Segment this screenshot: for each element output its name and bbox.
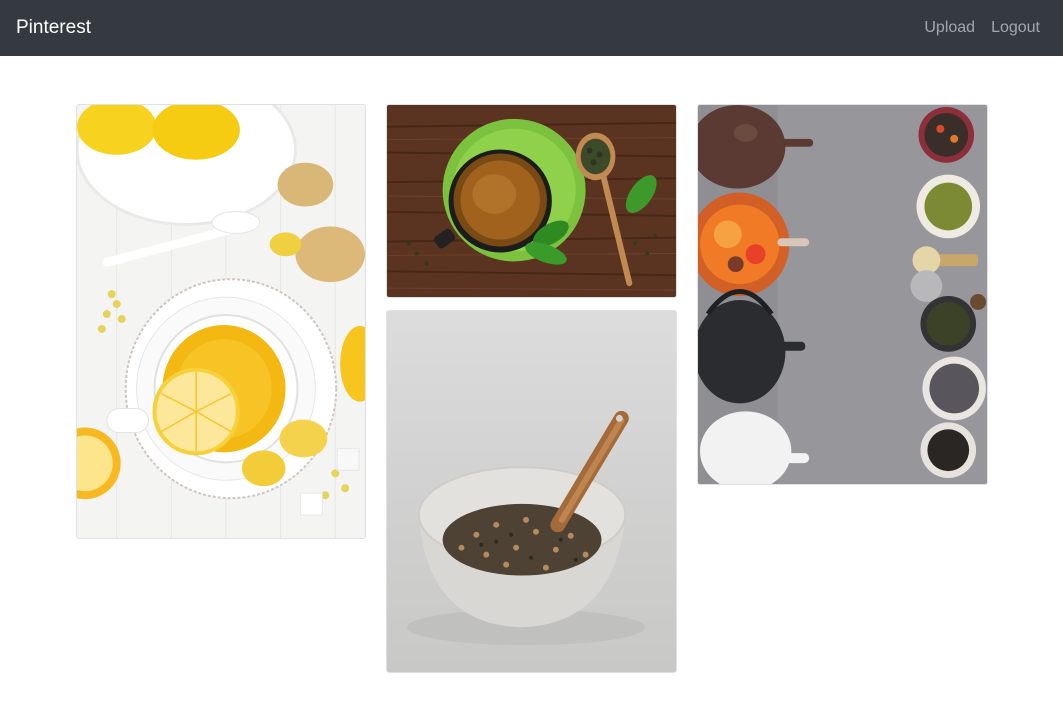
brand-link[interactable]: Pinterest [16,17,91,39]
upload-link[interactable]: Upload [924,19,975,37]
pin-card-green-tea[interactable] [386,104,677,298]
pin-card-lemon-tea[interactable] [76,104,366,539]
tea-bowl-image [387,311,676,672]
teapots-spices-image [698,105,987,484]
pin-card-tea-bowl[interactable] [386,310,677,673]
nav-links: Upload Logout [924,19,1040,37]
logout-link[interactable]: Logout [991,19,1040,37]
lemon-tea-image [77,105,365,538]
navbar: Pinterest Upload Logout [0,0,1063,56]
pin-card-teapots-spices[interactable] [697,104,988,485]
green-tea-image [387,105,676,297]
pin-grid [0,0,1063,709]
